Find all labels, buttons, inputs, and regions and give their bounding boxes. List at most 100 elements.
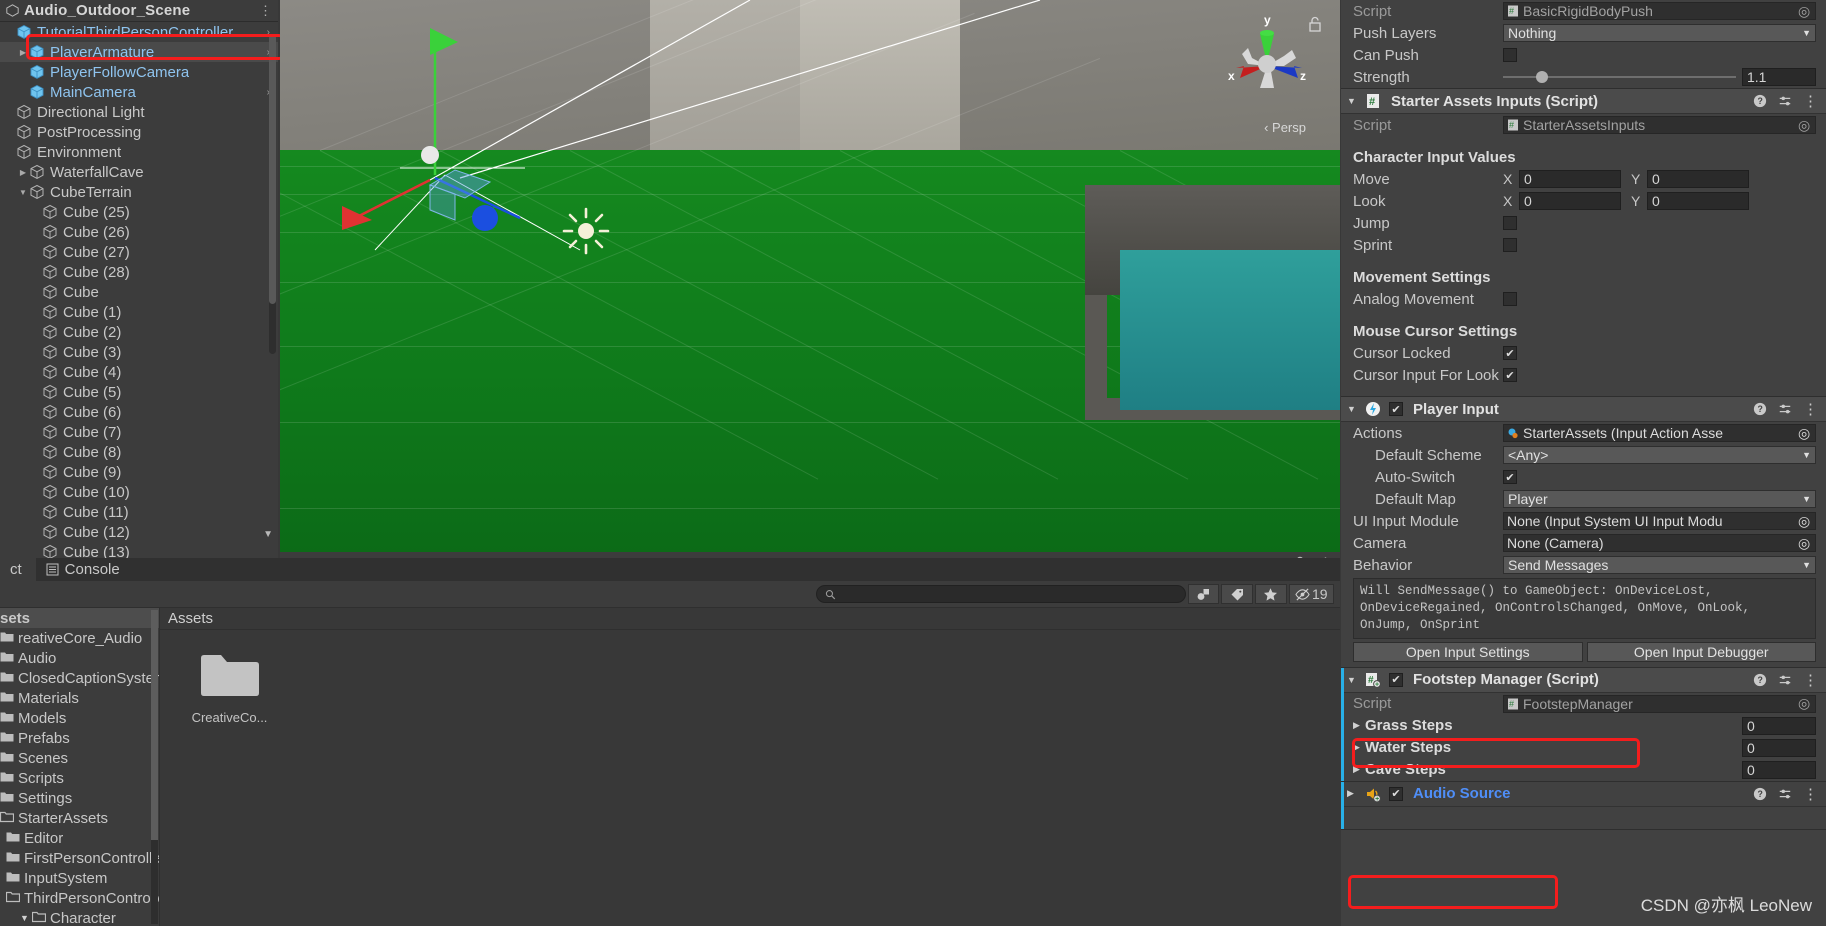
- hierarchy-tree[interactable]: TutorialThirdPersonController › ▶ PlayerArm…: [0, 22, 278, 558]
- hierarchy-item-cubeterrain[interactable]: ▼ CubeTerrain: [0, 182, 278, 202]
- move-y-field[interactable]: 0: [1647, 170, 1749, 188]
- foldout-arrow-icon[interactable]: ▼: [1347, 675, 1359, 685]
- object-picker-icon[interactable]: ◎: [1798, 696, 1812, 712]
- analog-movement-checkbox[interactable]: [1503, 292, 1517, 306]
- asset-grid[interactable]: CreativeCo...: [160, 630, 1340, 725]
- actions-object-field[interactable]: StarterAssets (Input Action Asse ◎: [1503, 424, 1816, 442]
- scene-projection-label[interactable]: ‹ Persp: [1264, 120, 1306, 135]
- project-folder-tree[interactable]: sets reativeCore_Audio Audio ClosedCaptionS…: [0, 608, 160, 926]
- default-map-dropdown[interactable]: Player ▼: [1503, 490, 1816, 508]
- twisty-icon[interactable]: ▼: [20, 913, 32, 923]
- project-folder-models[interactable]: Models: [0, 708, 159, 728]
- cursor-locked-checkbox[interactable]: ✔: [1503, 346, 1517, 360]
- hierarchy-item-cube-26[interactable]: Cube (26): [0, 222, 278, 242]
- project-folder-reativecore-audio[interactable]: reativeCore_Audio: [0, 628, 159, 648]
- kebab-menu-icon[interactable]: ⋮: [259, 3, 272, 19]
- kebab-menu-icon[interactable]: ⋮: [1803, 400, 1818, 418]
- project-folder-audio[interactable]: Audio: [0, 648, 159, 668]
- preset-icon[interactable]: [1778, 787, 1792, 801]
- script-object-field[interactable]: # StarterAssetsInputs ◎: [1503, 116, 1816, 134]
- hierarchy-item-cube-10[interactable]: Cube (10): [0, 482, 278, 502]
- help-icon[interactable]: ?: [1753, 402, 1767, 416]
- array-size-field[interactable]: 0: [1742, 738, 1816, 757]
- project-folder-scripts[interactable]: Scripts: [0, 768, 159, 788]
- hierarchy-item-cube-4[interactable]: Cube (4): [0, 362, 278, 382]
- filter-by-label-button[interactable]: [1221, 584, 1254, 604]
- kebab-menu-icon[interactable]: ⋮: [1803, 671, 1818, 689]
- tab-console[interactable]: Console: [36, 558, 134, 581]
- object-picker-icon[interactable]: ◎: [1798, 425, 1812, 441]
- help-icon[interactable]: ?: [1753, 673, 1767, 687]
- hierarchy-item-tutorialthirdpersoncontroller[interactable]: TutorialThirdPersonController ›: [0, 22, 278, 42]
- script-object-field[interactable]: # FootstepManager ◎: [1503, 694, 1816, 713]
- favorites-button[interactable]: [1255, 584, 1287, 604]
- object-picker-icon[interactable]: ◎: [1798, 513, 1812, 529]
- object-picker-icon[interactable]: ◎: [1798, 535, 1812, 551]
- object-picker-icon[interactable]: ◎: [1798, 117, 1812, 133]
- bottom-tabbar[interactable]: ct Console: [0, 558, 1340, 581]
- starter-assets-inputs-header[interactable]: ▼ # Starter Assets Inputs (Script) ? ⋮: [1341, 89, 1826, 114]
- hierarchy-item-playerfollowcamera[interactable]: PlayerFollowCamera: [0, 62, 278, 82]
- preset-icon[interactable]: [1778, 673, 1792, 687]
- help-icon[interactable]: ?: [1753, 94, 1767, 108]
- foldout-arrow-icon[interactable]: ▶: [1353, 742, 1365, 753]
- component-tools[interactable]: ? ⋮: [1753, 785, 1818, 803]
- hierarchy-item-cube-13[interactable]: Cube (13): [0, 542, 278, 558]
- open-input-debugger-button[interactable]: Open Input Debugger: [1586, 641, 1816, 662]
- hierarchy-item-cube-7[interactable]: Cube (7): [0, 422, 278, 442]
- filter-by-type-button[interactable]: [1187, 584, 1220, 604]
- script-object-field[interactable]: # BasicRigidBodyPush ◎: [1503, 2, 1816, 20]
- project-folder-closedcaptionsystem[interactable]: ClosedCaptionSystem: [0, 668, 159, 688]
- component-tools[interactable]: ? ⋮: [1753, 671, 1818, 689]
- hierarchy-item-maincamera[interactable]: MainCamera›: [0, 82, 278, 102]
- object-picker-icon[interactable]: ◎: [1798, 3, 1812, 19]
- hierarchy-item-cube-6[interactable]: Cube (6): [0, 402, 278, 422]
- project-folder-prefabs[interactable]: Prefabs: [0, 728, 159, 748]
- hierarchy-item-cube-2[interactable]: Cube (2): [0, 322, 278, 342]
- hierarchy-item-cube-1[interactable]: Cube (1): [0, 302, 278, 322]
- strength-value-field[interactable]: 1.1: [1742, 68, 1816, 86]
- footstep-manager-header[interactable]: ▼ # + ✔ Footstep Manager (Script) ? ⋮: [1341, 667, 1826, 693]
- look-y-field[interactable]: 0: [1647, 192, 1749, 210]
- hierarchy-item-cube-3[interactable]: Cube (3): [0, 342, 278, 362]
- kebab-menu-icon[interactable]: ⋮: [1803, 785, 1818, 803]
- hierarchy-item-cube-9[interactable]: Cube (9): [0, 462, 278, 482]
- array-size-field[interactable]: 0: [1742, 716, 1816, 735]
- cursor-input-checkbox[interactable]: ✔: [1503, 368, 1517, 382]
- search-input[interactable]: [816, 585, 1186, 603]
- auto-switch-checkbox[interactable]: ✔: [1503, 470, 1517, 484]
- preset-icon[interactable]: [1778, 402, 1792, 416]
- project-folder-character[interactable]: ▼ Character: [0, 908, 159, 926]
- search-text-field[interactable]: [835, 586, 1185, 602]
- hierarchy-scroll-down-icon[interactable]: ▼: [263, 529, 273, 540]
- foldout-arrow-icon[interactable]: ▶: [1347, 788, 1359, 799]
- twisty-icon[interactable]: ▶: [17, 48, 29, 57]
- hierarchy-item-cube-25[interactable]: Cube (25): [0, 202, 278, 222]
- audio-source-header[interactable]: ▶ + ✔ Audio Source ? ⋮: [1341, 781, 1826, 807]
- project-folder-materials[interactable]: Materials: [0, 688, 159, 708]
- hierarchy-item-cube-8[interactable]: Cube (8): [0, 442, 278, 462]
- foldout-arrow-icon[interactable]: ▶: [1353, 764, 1365, 775]
- behavior-dropdown[interactable]: Send Messages ▼: [1503, 556, 1816, 574]
- project-folder-settings[interactable]: Settings: [0, 788, 159, 808]
- open-input-settings-button[interactable]: Open Input Settings: [1353, 641, 1583, 662]
- sprint-checkbox[interactable]: [1503, 238, 1517, 252]
- project-folder-firstpersoncontrolle[interactable]: FirstPersonControlle: [0, 848, 159, 868]
- ui-input-module-object-field[interactable]: None (Input System UI Input Modu ◎: [1503, 512, 1816, 530]
- component-tools[interactable]: ? ⋮: [1753, 400, 1818, 418]
- asset-item[interactable]: CreativeCo...: [182, 652, 277, 725]
- hierarchy-item-cube-11[interactable]: Cube (11): [0, 502, 278, 522]
- hierarchy-item-cube-5[interactable]: Cube (5): [0, 382, 278, 402]
- default-scheme-dropdown[interactable]: <Any> ▼: [1503, 446, 1816, 464]
- twisty-icon[interactable]: ▼: [17, 188, 29, 197]
- project-folder-editor[interactable]: Editor: [0, 828, 159, 848]
- preset-icon[interactable]: [1778, 94, 1792, 108]
- player-input-enabled-checkbox[interactable]: ✔: [1389, 402, 1403, 416]
- twisty-icon[interactable]: ▶: [17, 168, 29, 177]
- hierarchy-item-waterfallcave[interactable]: ▶ WaterfallCave: [0, 162, 278, 182]
- project-folder-inputsystem[interactable]: InputSystem: [0, 868, 159, 888]
- project-folder-thirdpersoncontrolle[interactable]: ThirdPersonControlle: [0, 888, 159, 908]
- hierarchy-scrollbar[interactable]: [269, 34, 276, 354]
- tab-project[interactable]: ct: [0, 558, 36, 581]
- look-x-field[interactable]: 0: [1519, 192, 1621, 210]
